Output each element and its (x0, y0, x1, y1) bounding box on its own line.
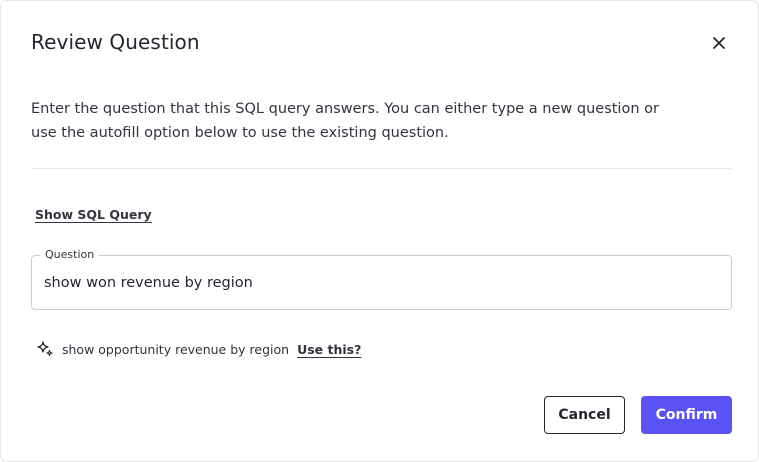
question-field-label: Question (40, 248, 100, 262)
close-button[interactable] (708, 32, 730, 54)
divider (31, 168, 731, 169)
question-field: Question (31, 248, 732, 310)
sparkle-icon (36, 340, 54, 358)
autofill-suggestion: show opportunity revenue by region Use t… (36, 339, 361, 359)
use-this-link[interactable]: Use this? (297, 342, 361, 357)
dialog-title: Review Question (31, 30, 200, 54)
suggestion-text: show opportunity revenue by region (62, 341, 290, 357)
show-sql-query-link[interactable]: Show SQL Query (35, 207, 152, 222)
close-icon (713, 37, 725, 49)
review-question-dialog: Review Question Enter the question that … (0, 0, 759, 462)
cancel-button[interactable]: Cancel (544, 396, 625, 434)
confirm-button[interactable]: Confirm (641, 396, 732, 434)
question-input[interactable] (44, 272, 714, 294)
dialog-description: Enter the question that this SQL query a… (31, 101, 659, 141)
